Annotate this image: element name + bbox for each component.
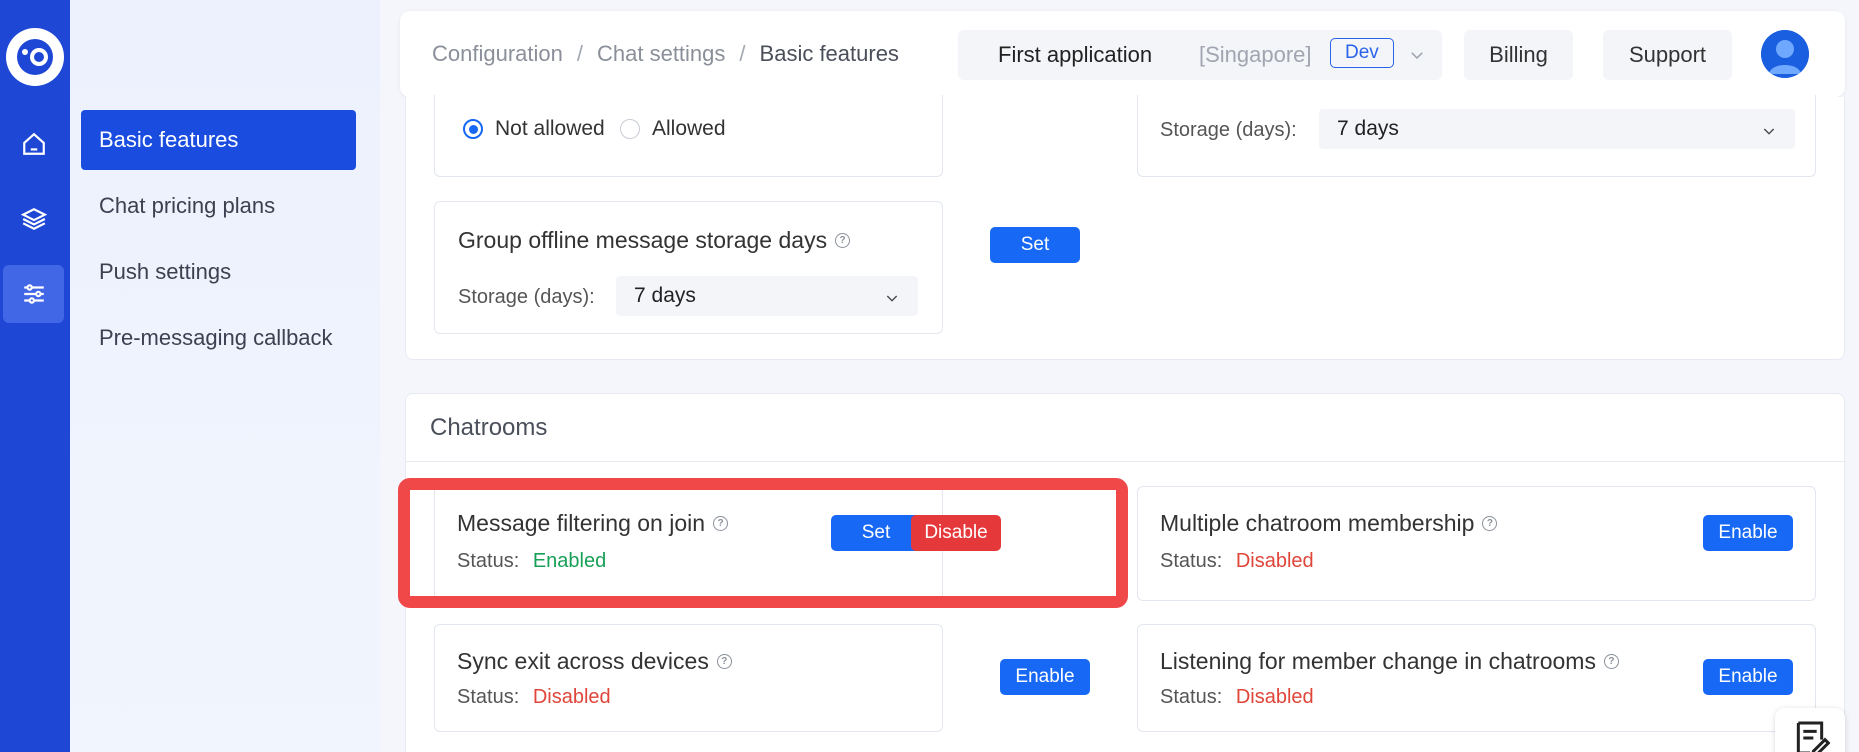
breadcrumb-item-configuration[interactable]: Configuration [432,41,563,67]
status-line: Status: Disabled [1160,686,1314,709]
status-prefix: Status: [1160,550,1223,572]
avatar[interactable] [1761,30,1809,78]
env-badge: Dev [1330,38,1394,68]
status-badge: Disabled [1235,686,1314,708]
radio-allowed[interactable]: Allowed [620,117,726,141]
breadcrumb-item-chat-settings[interactable]: Chat settings [597,41,725,67]
help-icon[interactable]: ? [1603,654,1619,669]
help-icon[interactable]: ? [716,654,732,669]
status-line: Status: Disabled [457,686,611,709]
highlight-box [398,478,1128,608]
radio-label: Allowed [652,117,726,140]
radio-selected-icon [463,119,483,139]
select-value: 7 days [634,284,696,307]
storage-days-label: Storage (days): [1160,119,1297,141]
chevron-down-icon [1408,46,1426,69]
help-icon[interactable]: ? [1482,516,1498,531]
group-offline-storage-card: Group offline message storage days ? Set… [434,201,1080,334]
home-icon[interactable] [3,115,64,173]
radio-label: Not allowed [495,117,605,140]
group-storage-days-select[interactable]: 7 days [616,276,918,316]
enable-button[interactable]: Enable [1000,659,1090,695]
app-name: First application [998,42,1153,67]
message-storage-panel: Not allowed Allowed Storage (days): 7 da… [405,95,1845,360]
status-prefix: Status: [457,686,520,708]
status-line: Status: Disabled [1160,550,1314,573]
breadcrumb-item-current: Basic features [759,41,899,66]
support-button[interactable]: Support [1603,30,1732,80]
help-icon[interactable]: ? [835,233,851,248]
card-title: Sync exit across devices ? [457,648,732,675]
top-header: Configuration / Chat settings / Basic fe… [400,11,1845,97]
radio-not-allowed[interactable]: Not allowed [463,117,605,141]
submenu-item-label: Basic features [99,127,239,152]
submenu-item-label: Chat pricing plans [99,193,276,218]
breadcrumb-separator: / [739,41,746,66]
submenu-item-basic-features[interactable]: Basic features [81,110,356,170]
icon-rail [0,0,70,752]
multiple-chatroom-membership-card: Multiple chatroom membership ? Status: D… [1137,486,1816,601]
section-title: Chatrooms [430,414,548,441]
storage-days-select[interactable]: 7 days [1319,109,1795,149]
status-badge: Disabled [532,686,611,708]
card-title: Multiple chatroom membership ? [1160,510,1498,537]
set-button[interactable]: Set [990,227,1080,263]
submenu-item-chat-pricing-plans[interactable]: Chat pricing plans [81,176,356,236]
breadcrumb-separator: / [576,41,583,66]
billing-button[interactable]: Billing [1464,30,1573,80]
submenu-item-label: Pre-messaging callback [99,325,333,350]
radio-unselected-icon [620,119,640,139]
card-title: Group offline message storage days ? [458,227,851,254]
card-title-text: Listening for member change in chatrooms [1160,648,1596,674]
submenu-item-push-settings[interactable]: Push settings [81,242,356,302]
divider [406,461,1846,462]
layers-icon[interactable] [3,190,64,248]
card-title-text: Multiple chatroom membership [1160,510,1475,536]
status-badge: Disabled [1235,550,1314,572]
storage-days-card: Storage (days): 7 days [1137,95,1816,177]
status-prefix: Status: [1160,686,1223,708]
card-title-text: Sync exit across devices [457,648,709,674]
offline-message-card: Not allowed Allowed [434,95,943,177]
sliders-icon[interactable] [3,265,64,323]
submenu-item-pre-messaging-callback[interactable]: Pre-messaging callback [81,308,356,368]
application-selector[interactable]: First application [Singapore] Dev [958,30,1442,80]
settings-submenu: Basic features Chat pricing plans Push s… [70,0,380,752]
enable-button[interactable]: Enable [1703,515,1793,551]
feedback-icon[interactable] [1775,708,1845,752]
submenu-item-label: Push settings [99,259,232,284]
storage-days-label: Storage (days): [458,286,595,308]
card-title-text: Group offline message storage days [458,227,828,253]
app-logo-icon[interactable] [6,28,64,86]
select-value: 7 days [1337,117,1399,140]
enable-button[interactable]: Enable [1703,659,1793,695]
member-change-listening-card: Listening for member change in chatrooms… [1137,624,1816,732]
chevron-down-icon [884,288,900,312]
chevron-down-icon [1761,121,1777,145]
breadcrumb: Configuration / Chat settings / Basic fe… [432,11,899,97]
sync-exit-card: Sync exit across devices ? Status: Disab… [434,624,1090,732]
app-region: [Singapore] [1199,42,1312,67]
card-title: Listening for member change in chatrooms… [1160,648,1619,675]
